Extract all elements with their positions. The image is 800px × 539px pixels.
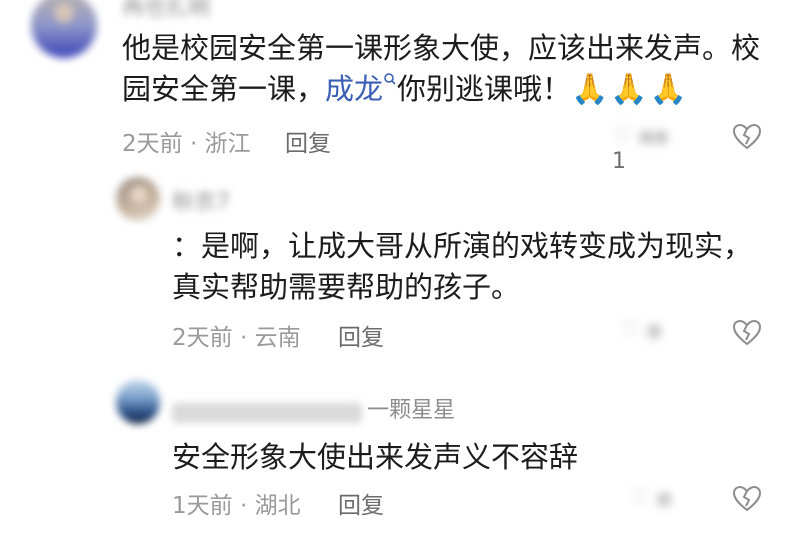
username[interactable]: 一颗星星	[172, 392, 455, 424]
like-button[interactable]: ♡ ▪	[630, 486, 678, 511]
comment-text-part: 园安全第一课，	[122, 72, 326, 106]
comment-text-part: 你别逃课哦！	[397, 72, 572, 106]
comment-meta: 1天前 · 湖北	[172, 493, 301, 519]
comment-text-line: 真实帮助需要帮助的孩子。	[172, 270, 521, 304]
username[interactable]: 冉也扎明	[122, 0, 210, 22]
reply-button[interactable]: 回复	[338, 318, 384, 352]
comment-text-line: 安全形象大使出来发声义不容辞	[172, 440, 579, 474]
broken-heart-icon[interactable]	[732, 318, 762, 348]
comment-meta: 2天前 · 云南	[172, 325, 301, 351]
like-icon: ♡ ▪▪	[612, 124, 669, 149]
comment-text-line: ：是啊，让成大哥从所演的戏转变成为现实，	[172, 229, 753, 263]
broken-heart-icon[interactable]	[732, 122, 762, 152]
username-blurred	[172, 402, 362, 423]
mention-link[interactable]: 成龙	[325, 72, 383, 106]
like-button[interactable]: ♡ ▪▪ 1	[612, 124, 672, 174]
search-icon[interactable]	[383, 69, 397, 91]
comment-text-line: 园安全第一课，成龙 你别逃课哦！🙏🙏🙏	[122, 69, 689, 110]
reply-button[interactable]: 回复	[338, 486, 384, 520]
emoji: 🙏🙏🙏	[571, 72, 690, 107]
avatar[interactable]	[116, 380, 160, 424]
like-button[interactable]: ♡ ▪	[620, 318, 674, 343]
avatar[interactable]	[116, 177, 160, 221]
username[interactable]: 秋衣7	[172, 184, 230, 216]
avatar[interactable]	[31, 0, 97, 58]
comment-text-line: 他是校园安全第一课形象大使，应该出来发声。校	[122, 31, 761, 65]
username-suffix: 一颗星星	[367, 398, 456, 423]
comment-meta: 2天前 · 浙江	[122, 131, 251, 157]
like-count: 1	[612, 149, 626, 174]
broken-heart-icon[interactable]	[732, 484, 762, 514]
reply-button[interactable]: 回复	[285, 124, 331, 158]
